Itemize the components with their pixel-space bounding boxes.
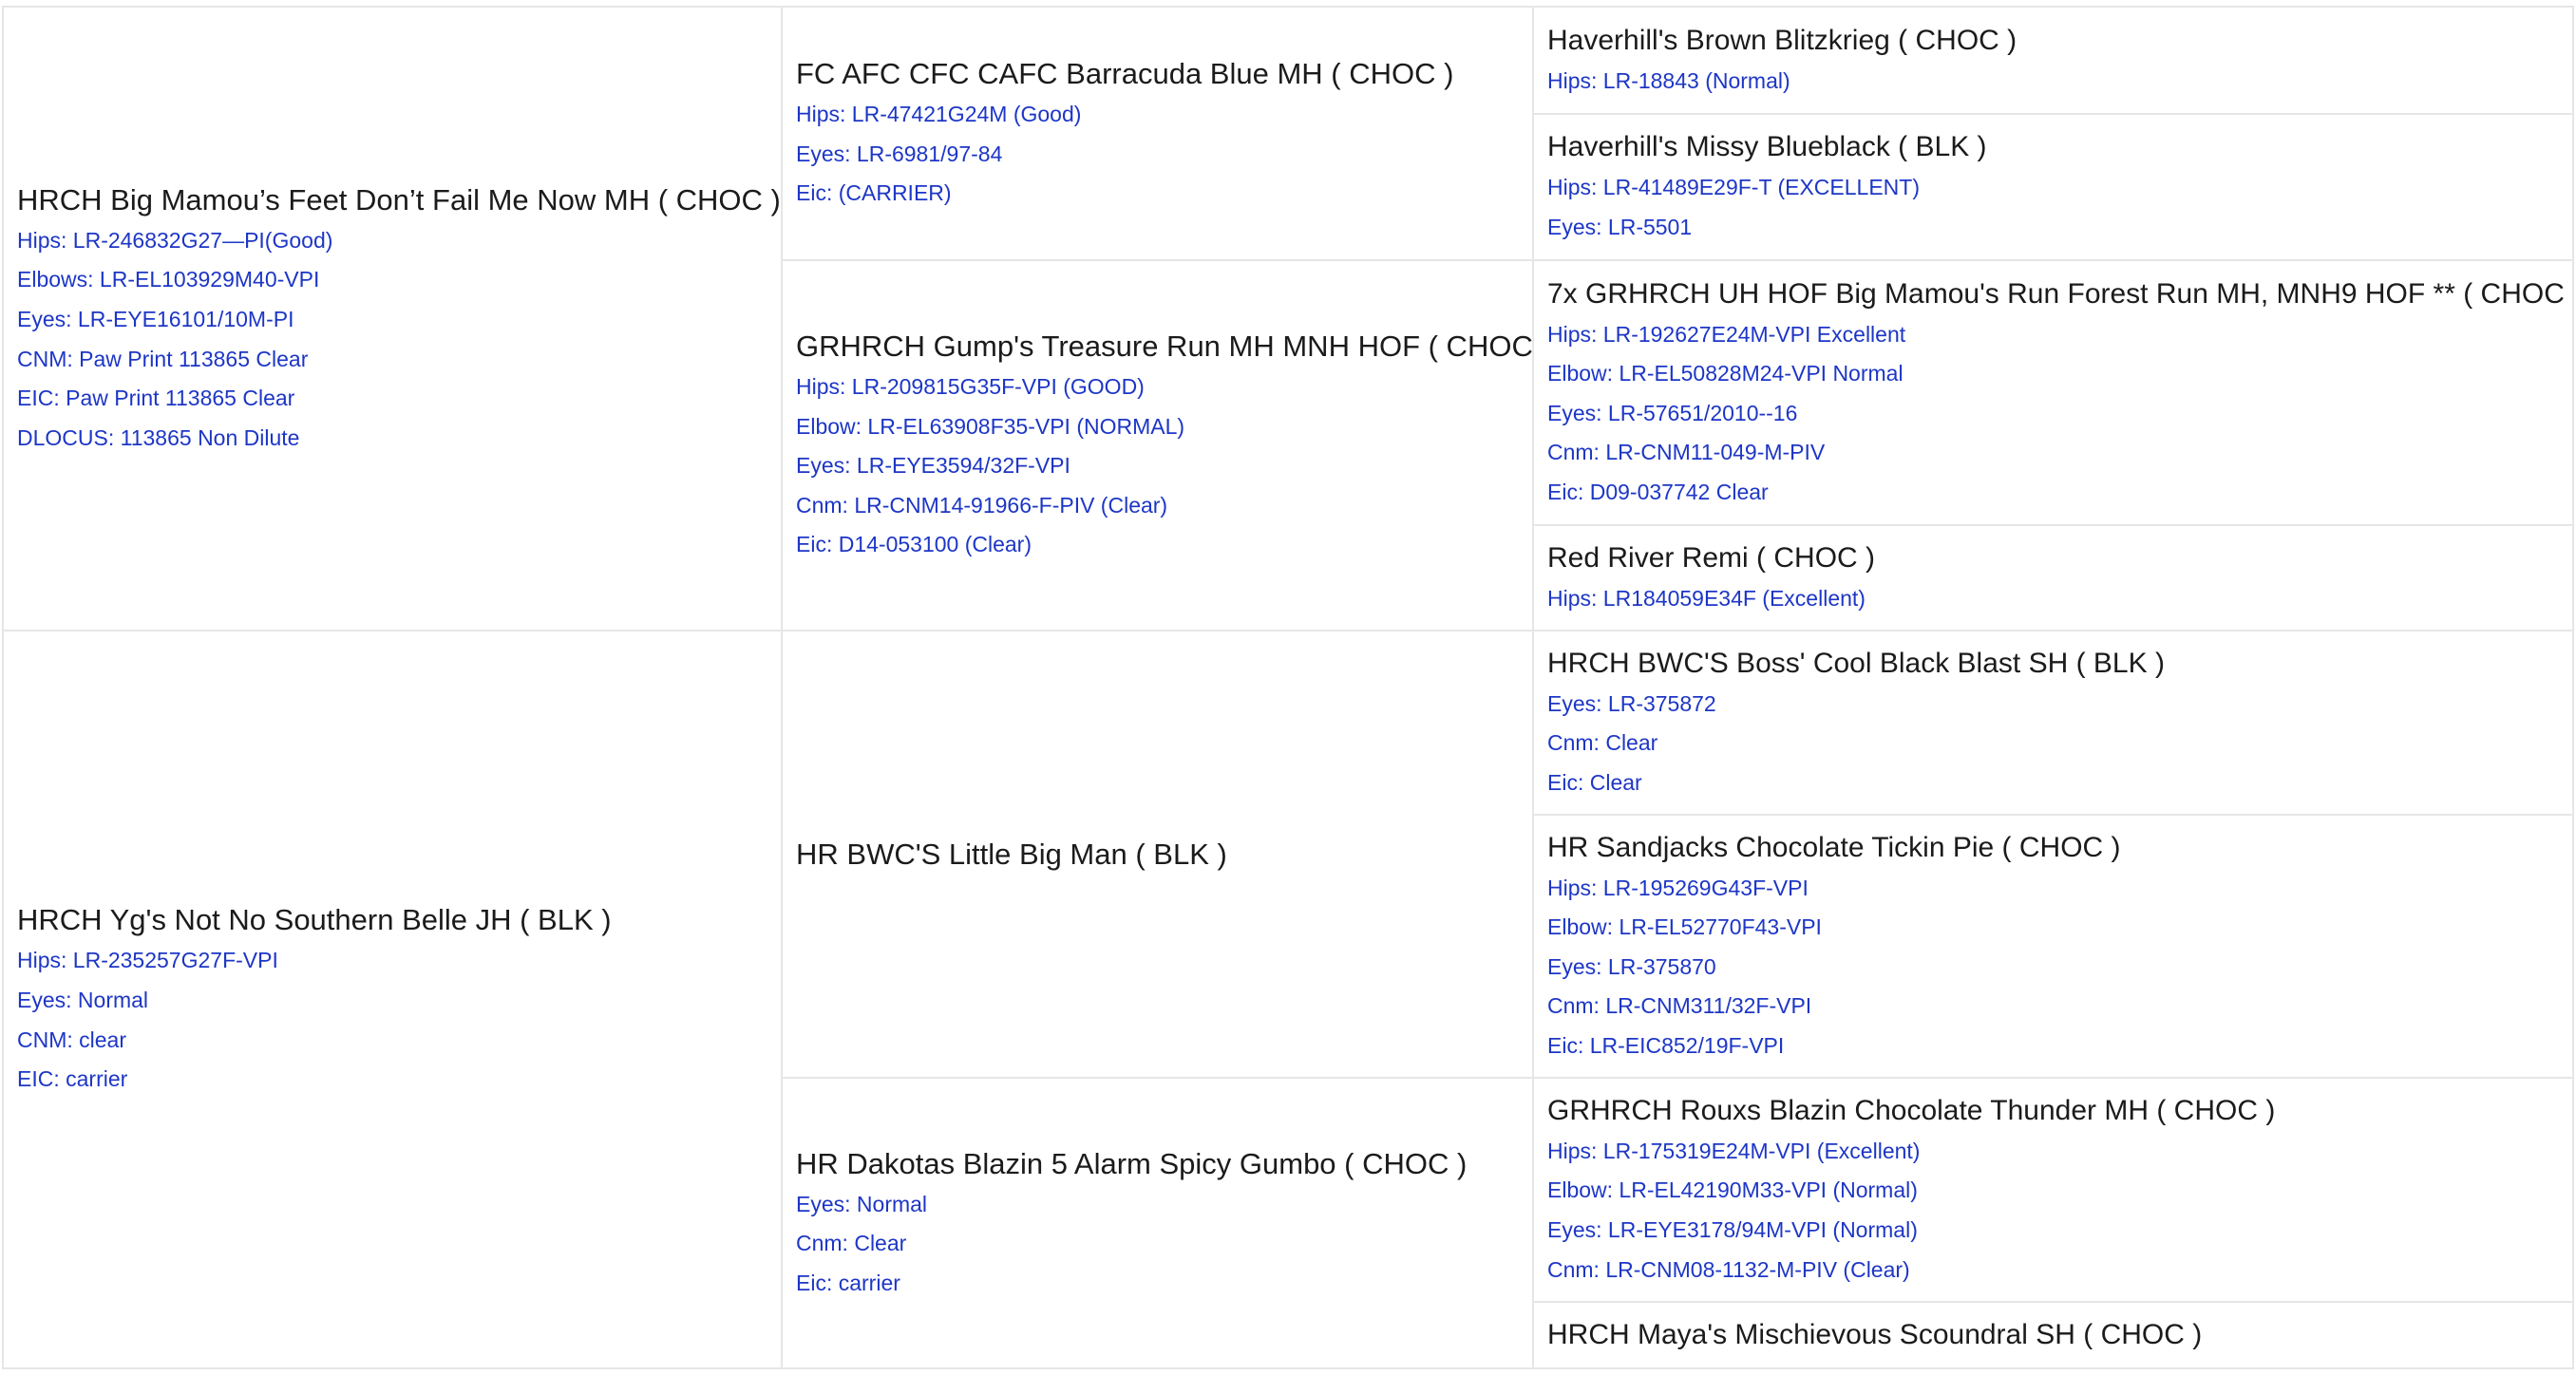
dog-name: HRCH Big Mamou’s Feet Don’t Fail Me Now … xyxy=(17,182,781,217)
dog-name: Haverhill's Missy Blueblack ( BLK ) xyxy=(1547,131,1987,163)
health-clearance: EIC: Paw Print 113865 Clear xyxy=(17,386,295,411)
health-clearance: Eic: D09-037742 Clear xyxy=(1547,479,1769,504)
g3-cell-5: HRCH BWC'S Boss' Cool Black Blast SH ( B… xyxy=(1532,630,2574,816)
g3-cell-2: Haverhill's Missy Blueblack ( BLK ) Hips:… xyxy=(1532,113,2574,261)
dog-name: Haverhill's Brown Blitzkrieg ( CHOC ) xyxy=(1547,24,2017,56)
health-clearance: Eyes: LR-6981/97-84 xyxy=(796,141,1003,166)
health-clearance: Hips: LR-175319E24M-VPI (Excellent) xyxy=(1547,1138,1921,1163)
health-clearance: Eyes: LR-EYE16101/10M-PI xyxy=(17,306,294,331)
dog-name: HR Sandjacks Chocolate Tickin Pie ( CHOC… xyxy=(1547,831,2121,863)
health-clearance: Eyes: LR-EYE3594/32F-VPI xyxy=(796,453,1070,479)
dog-name: GRHRCH Rouxs Blazin Chocolate Thunder MH… xyxy=(1547,1094,2276,1126)
health-clearance: Cnm: LR-CNM311/32F-VPI xyxy=(1547,993,1812,1019)
dog-name: HRCH Yg's Not No Southern Belle JH ( BLK… xyxy=(17,903,612,937)
health-clearance: Eyes: LR-375870 xyxy=(1547,953,1716,979)
health-clearance: Hips: LR-246832G27—PI(Good) xyxy=(17,227,333,253)
health-clearance: Cnm: LR-CNM08-1132-M-PIV (Clear) xyxy=(1547,1256,1910,1282)
health-clearance: Elbow: LR-EL50828M24-VPI Normal xyxy=(1547,361,1904,386)
health-clearance: Elbow: LR-EL52770F43-VPI xyxy=(1547,914,1822,940)
dog-name: 7x GRHRCH UH HOF Big Mamou's Run Forest … xyxy=(1547,277,2573,310)
health-clearance: CNM: clear xyxy=(17,1027,127,1052)
sire-sire-cell: FC AFC CFC CAFC Barracuda Blue MH ( CHOC… xyxy=(781,6,1534,261)
health-clearance: Cnm: LR-CNM11-049-M-PIV xyxy=(1547,440,1826,465)
health-clearance: Eic: Clear xyxy=(1547,769,1642,795)
sire-cell: HRCH Big Mamou’s Feet Don’t Fail Me Now … xyxy=(2,6,783,631)
g3-cell-4: Red River Remi ( CHOC ) Hips: LR184059E34… xyxy=(1532,524,2574,631)
health-clearance: Eic: D14-053100 (Clear) xyxy=(796,532,1032,557)
dog-name: HRCH Maya's Mischievous Scoundral SH ( C… xyxy=(1547,1319,2203,1350)
health-clearance: Hips: LR-18843 (Normal) xyxy=(1547,67,1790,93)
health-clearance: Cnm: Clear xyxy=(796,1231,907,1256)
health-clearance: Eic: (CARRIER) xyxy=(796,180,952,206)
dog-name: HR Dakotas Blazin 5 Alarm Spicy Gumbo ( … xyxy=(796,1146,1468,1180)
sire-dam-cell: GRHRCH Gump's Treasure Run MH MNH HOF ( … xyxy=(781,259,1534,631)
dog-name: HR BWC'S Little Big Man ( BLK ) xyxy=(796,837,1227,871)
health-clearance: Eyes: LR-375872 xyxy=(1547,690,1716,716)
health-clearance: Hips: LR-209815G35F-VPI (GOOD) xyxy=(796,374,1145,400)
health-clearance: Eyes: LR-5501 xyxy=(1547,215,1693,239)
health-clearance: Cnm: Clear xyxy=(1547,730,1658,756)
pedigree-table: HRCH Big Mamou’s Feet Don’t Fail Me Now … xyxy=(2,6,2574,1369)
pedigree-chart: HRCH Big Mamou’s Feet Don’t Fail Me Now … xyxy=(0,0,2576,1375)
health-clearance: DLOCUS: 113865 Non Dilute xyxy=(17,424,300,450)
health-clearance: Hips: LR-41489E29F-T (EXCELLENT) xyxy=(1547,175,1920,200)
dam-cell: HRCH Yg's Not No Southern Belle JH ( BLK… xyxy=(2,630,783,1369)
dog-name: FC AFC CFC CAFC Barracuda Blue MH ( CHOC… xyxy=(796,57,1454,91)
g3-cell-8: HRCH Maya's Mischievous Scoundral SH ( C… xyxy=(1532,1301,2574,1369)
health-clearance: Hips: LR184059E34F (Excellent) xyxy=(1547,585,1866,611)
health-clearance: Elbow: LR-EL63908F35-VPI (NORMAL) xyxy=(796,413,1185,439)
health-clearance: Cnm: LR-CNM14-91966-F-PIV (Clear) xyxy=(796,492,1168,518)
dog-name: Red River Remi ( CHOC ) xyxy=(1547,541,1876,574)
health-clearance: Eyes: Normal xyxy=(17,987,149,1012)
health-clearance: Hips: LR-192627E24M-VPI Excellent xyxy=(1547,321,1906,347)
health-clearance: EIC: carrier xyxy=(17,1066,128,1092)
dog-name: GRHRCH Gump's Treasure Run MH MNH HOF ( … xyxy=(796,330,1533,364)
health-clearance: Eic: carrier xyxy=(796,1270,900,1295)
dam-dam-cell: HR Dakotas Blazin 5 Alarm Spicy Gumbo ( … xyxy=(781,1077,1534,1369)
health-clearance: Eic: LR-EIC852/19F-VPI xyxy=(1547,1032,1785,1058)
health-clearance: Elbow: LR-EL42190M33-VPI (Normal) xyxy=(1547,1177,1918,1203)
g3-cell-3: 7x GRHRCH UH HOF Big Mamou's Run Forest … xyxy=(1532,259,2574,526)
health-clearance: Eyes: Normal xyxy=(796,1191,928,1216)
health-clearance: Hips: LR-47421G24M (Good) xyxy=(796,102,1082,127)
g3-cell-6: HR Sandjacks Chocolate Tickin Pie ( CHOC… xyxy=(1532,814,2574,1079)
dog-name: HRCH BWC'S Boss' Cool Black Blast SH ( B… xyxy=(1547,647,2165,679)
g3-cell-7: GRHRCH Rouxs Blazin Chocolate Thunder MH… xyxy=(1532,1077,2574,1303)
g3-cell-1: Haverhill's Brown Blitzkrieg ( CHOC ) Hip… xyxy=(1532,6,2574,115)
dam-sire-cell: HR BWC'S Little Big Man ( BLK ) xyxy=(781,630,1534,1079)
health-clearance: Hips: LR-195269G43F-VPI xyxy=(1547,875,1809,900)
health-clearance: Eyes: LR-57651/2010--16 xyxy=(1547,400,1798,425)
health-clearance: CNM: Paw Print 113865 Clear xyxy=(17,346,309,371)
health-clearance: Elbows: LR-EL103929M40-VPI xyxy=(17,267,320,292)
health-clearance: Hips: LR-235257G27F-VPI xyxy=(17,948,278,973)
health-clearance: Eyes: LR-EYE3178/94M-VPI (Normal) xyxy=(1547,1217,1918,1242)
